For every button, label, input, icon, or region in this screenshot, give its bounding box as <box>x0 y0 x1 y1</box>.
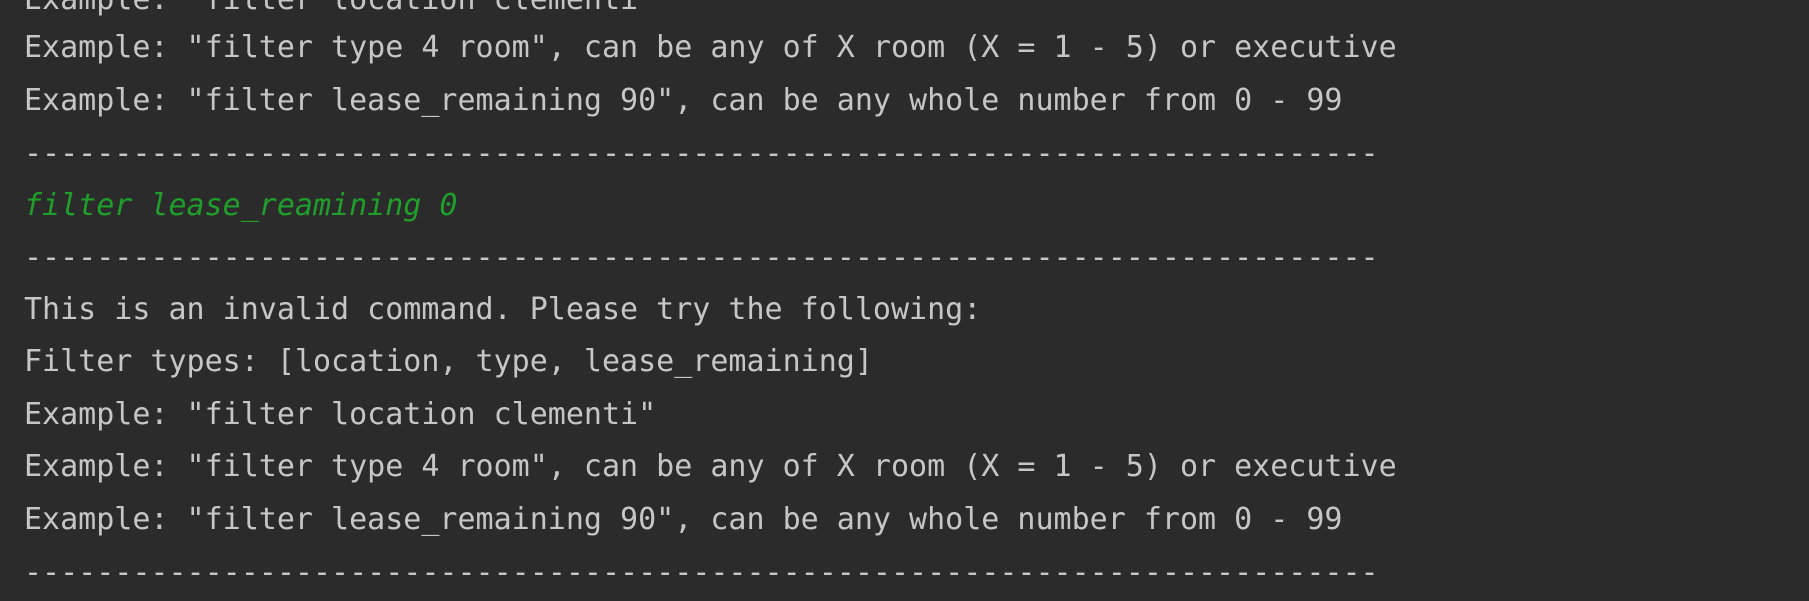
console-output[interactable]: Example: "filter location clementi" Exam… <box>0 0 1809 601</box>
console-user-input: filter lease_reamining 0 <box>24 188 458 223</box>
console-line-filter-types: Filter types: [location, type, lease_rem… <box>24 344 873 379</box>
console-line-example-type: Example: "filter type 4 room", can be an… <box>24 30 1397 65</box>
console-line-example-lease: Example: "filter lease_remaining 90", ca… <box>24 83 1343 118</box>
console-line-example-lease: Example: "filter lease_remaining 90", ca… <box>24 502 1343 537</box>
console-line-invalid-command: This is an invalid command. Please try t… <box>24 292 982 327</box>
console-separator: ----------------------------------------… <box>24 240 1379 275</box>
console-line-example-location: Example: "filter location clementi" <box>24 397 657 432</box>
console-separator: ----------------------------------------… <box>24 136 1379 171</box>
console-line-example-location-partial: Example: "filter location clementi" <box>24 0 656 18</box>
console-line-example-type: Example: "filter type 4 room", can be an… <box>24 449 1397 484</box>
console-separator: ----------------------------------------… <box>24 555 1379 590</box>
